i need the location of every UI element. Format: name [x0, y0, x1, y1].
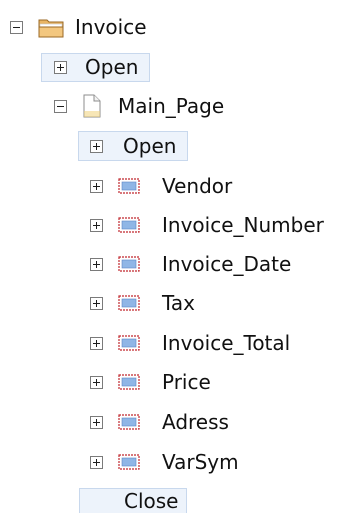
folder-icon: [38, 19, 64, 38]
field-label: Invoice_Date: [162, 252, 292, 276]
expand-toggle-field[interactable]: [90, 296, 103, 310]
field-label: Vendor: [162, 174, 233, 198]
node-label-invoice: Invoice: [75, 15, 147, 39]
field-label: VarSym: [162, 450, 239, 474]
expand-toggle-invoice-open[interactable]: [54, 60, 67, 74]
tree-node-invoice-open[interactable]: Open: [54, 50, 138, 84]
tree-node-field[interactable]: Vendor: [90, 169, 232, 203]
collapse-toggle-invoice[interactable]: [10, 20, 23, 34]
field-icon: [118, 374, 140, 390]
tree-node-field[interactable]: Adress: [90, 405, 229, 439]
field-icon: [118, 217, 140, 233]
node-label-invoice-open: Open: [85, 55, 139, 79]
field-icon: [118, 414, 140, 430]
tree-node-field[interactable]: Invoice_Total: [90, 326, 290, 360]
field-icon: [118, 335, 140, 351]
tree-node-field[interactable]: Tax: [90, 286, 195, 320]
field-icon: [118, 454, 140, 470]
expand-toggle-field[interactable]: [90, 257, 103, 271]
tree-node-field[interactable]: Price: [90, 365, 211, 399]
field-label: Tax: [162, 291, 195, 315]
field-icon: [118, 295, 140, 311]
expand-toggle-field[interactable]: [90, 375, 103, 389]
field-icon: [118, 256, 140, 272]
expand-toggle-field[interactable]: [90, 336, 103, 350]
field-label: Adress: [162, 410, 229, 434]
node-label-main-page-open: Open: [123, 134, 177, 158]
field-icon: [118, 178, 140, 194]
node-label-close: Close: [124, 489, 179, 513]
document-tree: Invoice Open Main_Page Open Vendor Invoi…: [0, 0, 337, 513]
field-label: Invoice_Number: [162, 213, 324, 237]
tree-node-field[interactable]: Invoice_Date: [90, 247, 291, 281]
expand-toggle-main-page-open[interactable]: [90, 139, 103, 153]
collapse-toggle-main-page[interactable]: [54, 99, 67, 113]
expand-toggle-field[interactable]: [90, 179, 103, 193]
page-icon: [83, 94, 101, 118]
tree-node-invoice[interactable]: Invoice: [10, 10, 147, 44]
expand-toggle-field[interactable]: [90, 415, 103, 429]
tree-node-main-page[interactable]: Main_Page: [54, 89, 224, 123]
field-label: Price: [162, 370, 211, 394]
expand-toggle-field[interactable]: [90, 455, 103, 469]
field-label: Invoice_Total: [162, 331, 291, 355]
tree-node-field[interactable]: Invoice_Number: [90, 208, 324, 242]
tree-node-field[interactable]: VarSym: [90, 445, 239, 479]
tree-node-main-page-open[interactable]: Open: [90, 129, 176, 163]
node-label-main-page: Main_Page: [118, 94, 225, 118]
expand-toggle-field[interactable]: [90, 218, 103, 232]
